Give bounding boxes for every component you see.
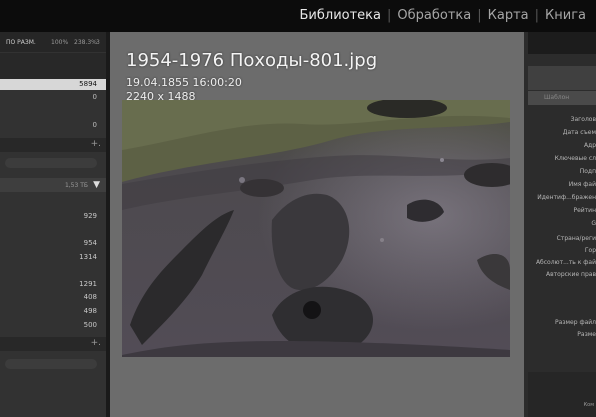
collection-search-input[interactable] xyxy=(5,359,97,369)
top-bar: Библиотека | Обработка | Карта | Книга xyxy=(0,0,596,32)
meta-label-keywords: Ключевые сл xyxy=(554,155,596,162)
metadata-preset-dropdown[interactable]: Шаблон xyxy=(528,91,596,105)
meta-label-file-path: Абсолют...ть к фай xyxy=(535,259,596,266)
photo-date: 19.04.1855 16:00:20 xyxy=(126,76,242,89)
meta-label-capture-date: Дата съем xyxy=(562,129,596,136)
module-picker: Библиотека | Обработка | Карта | Книга xyxy=(294,8,593,23)
photo-filename: 1954-1976 Походы-801.jpg xyxy=(126,50,378,71)
folder-count: 929 xyxy=(83,212,97,220)
folder-search-input[interactable] xyxy=(5,158,97,168)
folder-count: 954 xyxy=(83,239,97,247)
meta-label-copyright: Авторские прав xyxy=(546,271,596,278)
catalog-row[interactable]: 0 xyxy=(0,92,106,103)
meta-label-address: Адр xyxy=(583,142,596,149)
meta-label-g: G xyxy=(591,220,596,227)
folders-section-header[interactable]: +. xyxy=(0,138,106,152)
add-collection-icon[interactable]: +. xyxy=(91,338,101,348)
triangle-down-icon: ▼ xyxy=(93,180,100,190)
folder-count: 500 xyxy=(83,321,97,329)
meta-label-caption: Подп xyxy=(579,168,596,175)
volume-dropdown[interactable]: 1,53 ТБ ▼ xyxy=(0,178,106,192)
catalog-section-header[interactable] xyxy=(0,53,106,79)
module-library[interactable]: Библиотека xyxy=(294,8,388,23)
meta-label-filename: Имя фай xyxy=(568,181,596,188)
catalog-all-photos-row[interactable]: 5894 xyxy=(0,79,106,90)
right-panel: Шаблон Заголов Дата съем Адр Ключевые сл… xyxy=(524,32,596,417)
meta-label-dimensions: Разме xyxy=(577,331,596,338)
meta-label-image-id: Идентиф...бражен xyxy=(537,194,596,201)
navigator-header: ПО РАЗМ. 100% 238.3% 3 xyxy=(0,32,106,52)
zoom-100-option[interactable]: 100% xyxy=(51,39,68,46)
collections-section-header[interactable]: +. xyxy=(0,337,106,351)
catalog-row[interactable]: 0 xyxy=(0,120,106,131)
histogram-area xyxy=(528,32,596,54)
module-develop[interactable]: Обработка xyxy=(391,8,477,23)
module-map[interactable]: Карта xyxy=(482,8,535,23)
folder-count: 1314 xyxy=(79,253,97,261)
module-book[interactable]: Книга xyxy=(539,8,592,23)
quick-develop-bar xyxy=(528,66,596,90)
add-folder-icon[interactable]: +. xyxy=(91,139,101,149)
meta-label-rating: Рейтин xyxy=(573,207,596,214)
zoom-238-option[interactable]: 238.3% xyxy=(74,39,97,46)
meta-label-city: Гор xyxy=(584,247,596,254)
folder-count: 498 xyxy=(83,307,97,315)
left-panel: ПО РАЗМ. 100% 238.3% 3 5894 0 0 +. 1,53 … xyxy=(0,32,106,417)
folder-count: 408 xyxy=(83,293,97,301)
main-photo[interactable] xyxy=(122,100,510,357)
comments-section[interactable]: Ком xyxy=(528,372,596,417)
folder-count: 1291 xyxy=(79,280,97,288)
meta-label-country: Страна/реги xyxy=(556,235,596,242)
zoom-fit-option[interactable]: ПО РАЗМ. xyxy=(6,39,36,46)
meta-label-file-size: Размер файл xyxy=(555,319,596,326)
meta-label-title: Заголов xyxy=(570,116,596,123)
loupe-view: 1954-1976 Походы-801.jpg 19.04.1855 16:0… xyxy=(110,32,524,417)
zoom-3-option[interactable]: 3 xyxy=(96,39,100,46)
